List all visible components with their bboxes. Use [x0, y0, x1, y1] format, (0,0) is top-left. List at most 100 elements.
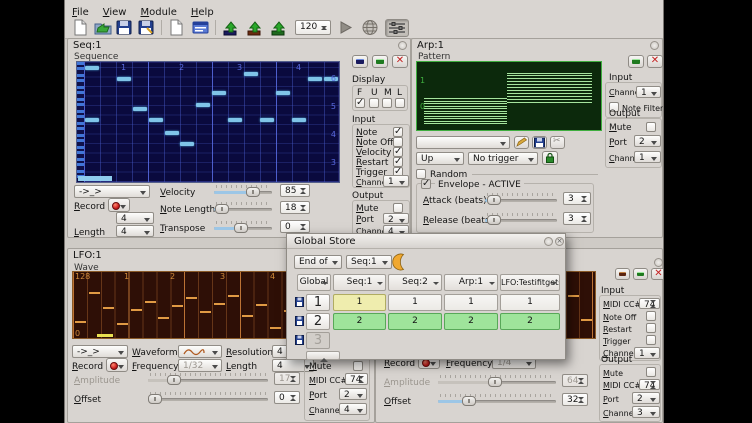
lfo2-offset-spinbox[interactable]: 32 — [562, 393, 588, 406]
store-column-lfo[interactable]: LFO:Testifitgets — [500, 274, 560, 291]
arp-output-channel-select[interactable]: 1 — [634, 151, 661, 163]
lfo-step[interactable] — [228, 295, 239, 297]
arp-release-slider[interactable] — [485, 213, 557, 225]
lfo-step[interactable] — [172, 305, 183, 307]
seq-note[interactable] — [180, 142, 194, 146]
lfo-step[interactable] — [103, 307, 114, 309]
lfo-step[interactable] — [270, 327, 281, 329]
lfo-amplitude-slider[interactable] — [148, 373, 268, 385]
seq-loop-mode-select[interactable]: ->_> — [74, 185, 150, 198]
seq-velocity-spinbox[interactable]: 85 — [280, 184, 310, 197]
lfo2-output-cc-spinbox[interactable]: 74 — [639, 379, 660, 390]
lfo-output-cc-spinbox[interactable]: 74 — [345, 373, 368, 385]
lfo-offset-slider[interactable] — [148, 392, 268, 404]
lfo-wave-display[interactable]: 128 0 1 2 3 4 — [72, 271, 302, 339]
note-off-checkbox[interactable] — [646, 311, 656, 321]
seq-length-select[interactable]: 4 — [116, 225, 154, 237]
add-arp-icon[interactable] — [221, 19, 241, 37]
store-column-arp1[interactable]: Arp:1 — [444, 274, 498, 291]
save-file-icon[interactable] — [115, 19, 135, 37]
arp-latch-button[interactable] — [542, 151, 558, 165]
dialog-float-icon[interactable] — [544, 237, 553, 246]
lfo-step[interactable] — [158, 317, 169, 319]
add-seq-icon[interactable] — [269, 19, 289, 37]
lfo-step[interactable] — [75, 321, 86, 323]
seq-record-button[interactable] — [108, 198, 130, 212]
lfo-step[interactable] — [200, 311, 211, 313]
arp-pattern-display[interactable]: 1 0 — [416, 61, 602, 131]
seq-velocity-slider[interactable] — [214, 185, 272, 197]
restart-checkbox[interactable] — [646, 323, 656, 333]
store-cell[interactable]: 1 — [500, 294, 560, 311]
seq-resolution-select[interactable]: 4 — [116, 212, 154, 224]
lfo2-input-cc-spinbox[interactable]: 74 — [639, 298, 660, 309]
seq-note[interactable] — [133, 107, 147, 111]
store-cell[interactable]: 2 — [444, 313, 498, 330]
store-cell[interactable]: 2 — [388, 313, 442, 330]
lfo-output-port-select[interactable]: 2 — [339, 388, 367, 400]
seq-show-button[interactable] — [372, 55, 388, 68]
arp-attack-slider[interactable] — [485, 193, 557, 205]
arp-trigger-mode-select[interactable]: No trigger — [468, 152, 538, 165]
store-column-global[interactable]: Global — [297, 274, 331, 291]
dialog-title-bar[interactable]: Global Store × — [287, 234, 565, 249]
seq-delete-button[interactable]: ✕ — [392, 55, 408, 68]
add-lfo-icon[interactable] — [245, 19, 265, 37]
arp-direction-select[interactable]: Up — [416, 152, 464, 165]
store-collapse-button[interactable] — [306, 351, 340, 360]
dialog-close-icon[interactable]: × — [555, 237, 564, 246]
store-column-seq2[interactable]: Seq:2 — [388, 274, 442, 291]
note-checkbox[interactable] — [393, 127, 403, 137]
arp-output-port-select[interactable]: 2 — [634, 135, 661, 147]
store-cell[interactable]: 2 — [333, 313, 386, 330]
tempo-spinbox[interactable]: 120 — [295, 20, 331, 35]
seq-note-area[interactable] — [84, 62, 339, 182]
seq-note[interactable] — [212, 91, 226, 95]
save-file-as-icon[interactable] — [137, 19, 157, 37]
seq-float-icon[interactable] — [398, 41, 407, 50]
lfo-step[interactable] — [581, 319, 592, 321]
new-session-icon[interactable] — [167, 19, 187, 37]
arp-store-pattern-button[interactable] — [532, 136, 547, 149]
store-row2-button[interactable]: 2 — [306, 313, 330, 330]
lfo2-amplitude-spinbox[interactable]: 64 — [562, 374, 588, 387]
seq-output-port-select[interactable]: 2 — [383, 213, 409, 224]
lfo-step[interactable] — [214, 303, 225, 305]
store-switch-mode-select[interactable]: End of — [294, 255, 342, 269]
arp-show-button[interactable] — [628, 55, 644, 68]
arp-delete-pattern-button[interactable]: ✂ — [550, 136, 565, 149]
trigger-checkbox[interactable] — [646, 335, 656, 345]
lfo-step[interactable] — [186, 297, 197, 299]
global-store-toggle[interactable] — [385, 19, 409, 37]
seq-transpose-spinbox[interactable]: 0 — [280, 220, 310, 233]
mute-checkbox[interactable] — [646, 122, 656, 132]
seq-note[interactable] — [165, 131, 179, 135]
store-cell[interactable]: 2 — [500, 313, 560, 330]
arp-preset-select[interactable] — [416, 136, 510, 149]
seq-grid-display[interactable]: 1 2 3 4 6 5 4 3 — [76, 61, 340, 183]
midi-clock-icon[interactable] — [361, 19, 381, 37]
lfo2-offset-slider[interactable] — [438, 394, 556, 406]
seq-note[interactable] — [196, 103, 210, 107]
lfo-output-channel-select[interactable]: 4 — [339, 403, 367, 415]
seq-note[interactable] — [260, 118, 274, 122]
display-full-checkbox[interactable] — [355, 98, 365, 108]
seq-note[interactable] — [85, 66, 99, 70]
seq-note[interactable] — [117, 77, 131, 81]
seq-note[interactable] — [149, 118, 163, 122]
lfo-step[interactable] — [256, 304, 267, 306]
lfo-amplitude-spinbox[interactable]: 17 — [274, 372, 300, 385]
open-file-icon[interactable] — [93, 19, 113, 37]
seq-note[interactable] — [228, 118, 242, 122]
display-upper-checkbox[interactable] — [369, 98, 379, 108]
lfo2-output-channel-select[interactable]: 3 — [632, 406, 660, 418]
store-column-seq1[interactable]: Seq:1 — [333, 274, 386, 291]
arp-float-icon[interactable] — [650, 41, 659, 50]
seq-note-length-spinbox[interactable]: 18 — [280, 201, 310, 214]
lfo-waveform-select[interactable] — [178, 345, 222, 358]
lfo2-input-channel-select[interactable]: 1 — [634, 347, 660, 359]
mute-checkbox[interactable] — [646, 367, 656, 377]
mute-checkbox[interactable] — [353, 361, 363, 371]
display-lower-checkbox[interactable] — [395, 98, 405, 108]
seq-note[interactable] — [292, 118, 306, 122]
